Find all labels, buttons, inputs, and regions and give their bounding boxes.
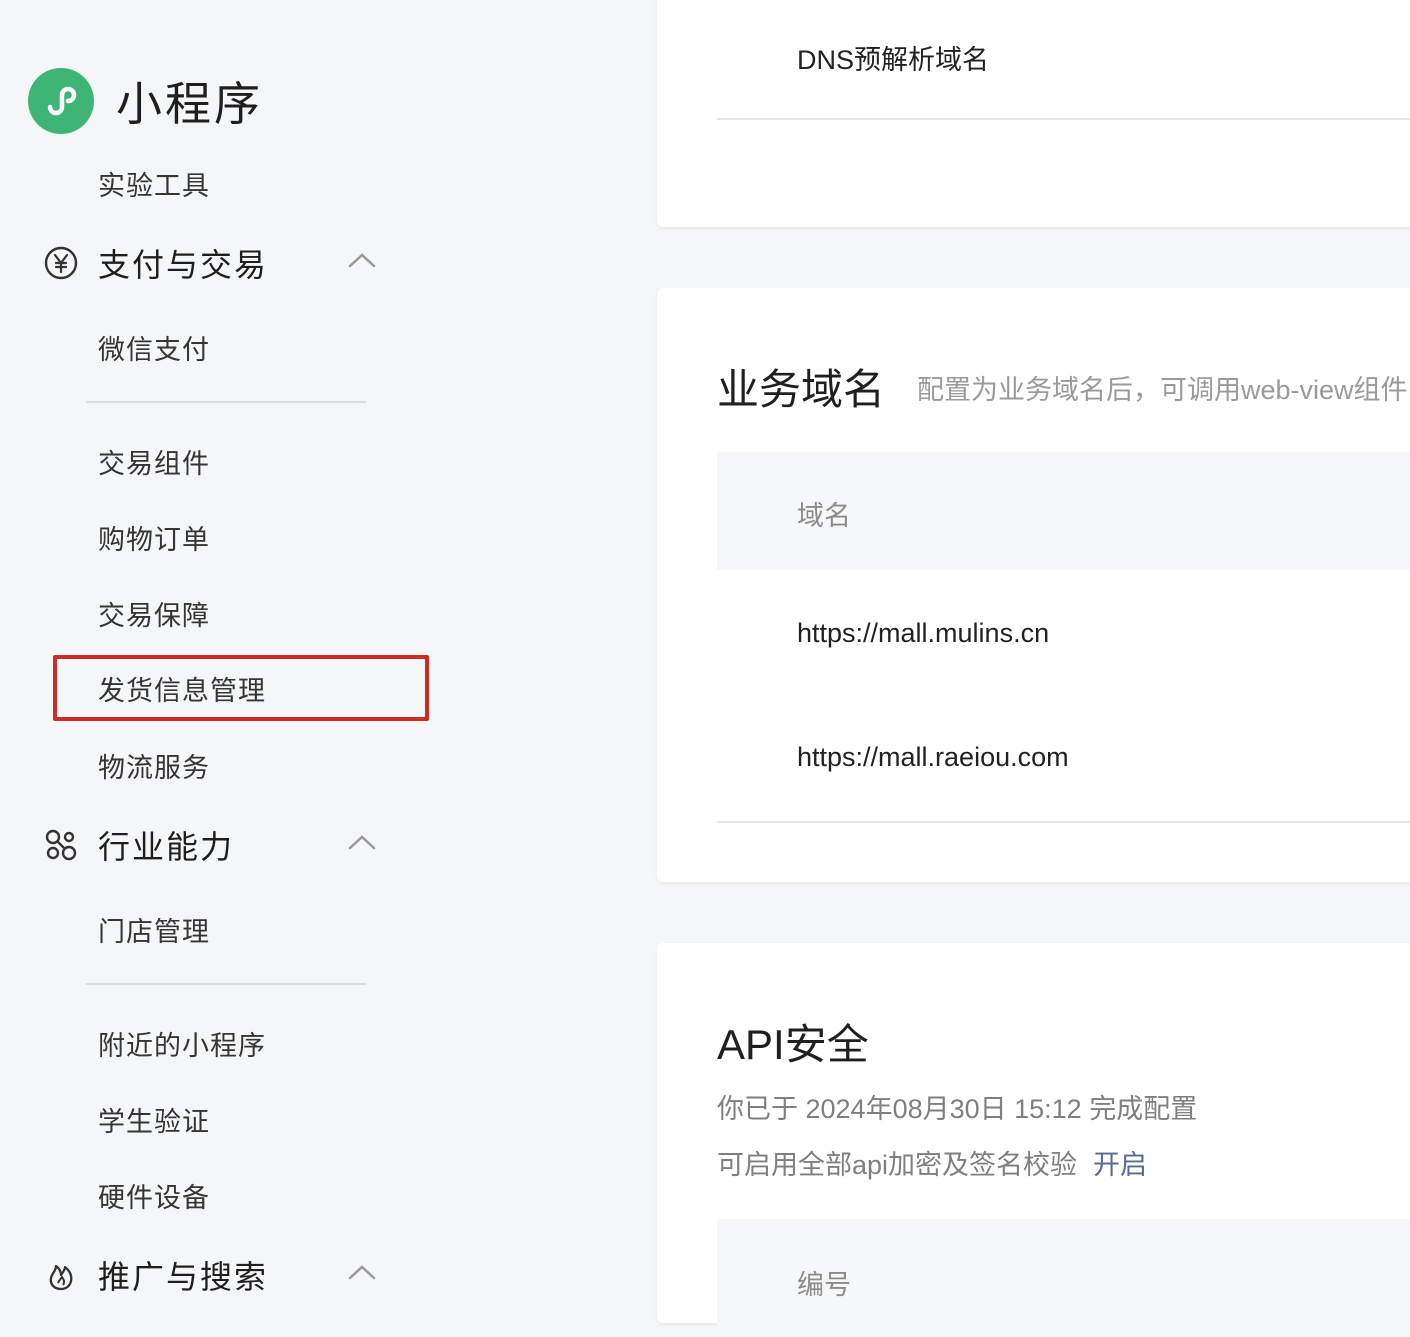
- chevron-up-icon[interactable]: [348, 250, 376, 270]
- flame-icon: [42, 1256, 80, 1294]
- sidebar-item-shopping-orders[interactable]: 购物订单: [98, 518, 210, 557]
- sidebar-group-promotion[interactable]: 推广与搜索: [42, 1250, 382, 1300]
- api-security-card: API安全 你已于 2024年08月30日 15:12 完成配置 可启用全部ap…: [657, 943, 1410, 1337]
- sidebar-group-label: 推广与搜索: [98, 1259, 269, 1295]
- sidebar-group-payment[interactable]: 支付与交易: [42, 238, 382, 288]
- highlight-box: [53, 655, 429, 721]
- business-domain-title: 业务域名: [717, 366, 886, 413]
- brand-title: 小程序: [116, 78, 263, 130]
- row-divider: [717, 821, 1410, 823]
- yuan-circle-icon: [42, 244, 80, 282]
- sidebar-item-logistics[interactable]: 物流服务: [98, 746, 210, 785]
- mini-program-logo-icon: [28, 68, 94, 134]
- sidebar-item-store-management[interactable]: 门店管理: [98, 910, 210, 949]
- domain-row-1: https://mall.mulins.cn: [797, 618, 1050, 648]
- chevron-up-icon[interactable]: [348, 832, 376, 852]
- sidebar-divider: [86, 401, 366, 403]
- sidebar: 小程序 实验工具 支付与交易 微信支付 交易组件 购物订单 交易保障 发货信息管…: [0, 0, 640, 1302]
- business-domain-description: 配置为业务域名后，可调用web-view组件: [917, 375, 1408, 405]
- column-header-number: 编号: [797, 1270, 851, 1300]
- business-domain-card: 业务域名 配置为业务域名后，可调用web-view组件 域名 https://m…: [657, 288, 1410, 882]
- domain-row-2: https://mall.raeiou.com: [797, 742, 1069, 772]
- sidebar-item-trade-guarantee[interactable]: 交易保障: [98, 594, 210, 633]
- api-configured-status: 你已于 2024年08月30日 15:12 完成配置: [717, 1094, 1198, 1124]
- row-divider: [717, 118, 1410, 120]
- api-security-title: API安全: [717, 1021, 869, 1068]
- sidebar-item-nearby-mini-program[interactable]: 附近的小程序: [98, 1024, 266, 1063]
- sidebar-item-hardware-devices[interactable]: 硬件设备: [98, 1176, 210, 1215]
- api-enable-row: 可启用全部api加密及签名校验 开启: [717, 1143, 1147, 1182]
- enable-link[interactable]: 开启: [1093, 1150, 1147, 1180]
- sidebar-group-label: 行业能力: [98, 829, 235, 865]
- column-header-domain: 域名: [797, 501, 851, 531]
- sidebar-group-industry[interactable]: 行业能力: [42, 820, 382, 870]
- sidebar-item-student-verification[interactable]: 学生验证: [98, 1100, 210, 1139]
- api-table-header: 编号: [717, 1219, 1410, 1337]
- dns-card: DNS预解析域名: [657, 0, 1410, 227]
- sidebar-item-lab-tools[interactable]: 实验工具: [98, 164, 210, 203]
- sidebar-group-label: 支付与交易: [98, 247, 269, 283]
- domain-table-header: 域名: [717, 452, 1410, 570]
- industry-nodes-icon: [42, 826, 80, 864]
- sidebar-divider: [86, 983, 366, 985]
- dns-prefetch-domain-label: DNS预解析域名: [797, 45, 990, 75]
- sidebar-item-wechat-pay[interactable]: 微信支付: [98, 328, 210, 367]
- chevron-up-icon[interactable]: [348, 1262, 376, 1282]
- brand[interactable]: 小程序: [28, 68, 263, 134]
- sidebar-item-trade-component[interactable]: 交易组件: [98, 442, 210, 481]
- api-enable-text: 可启用全部api加密及签名校验: [717, 1150, 1078, 1180]
